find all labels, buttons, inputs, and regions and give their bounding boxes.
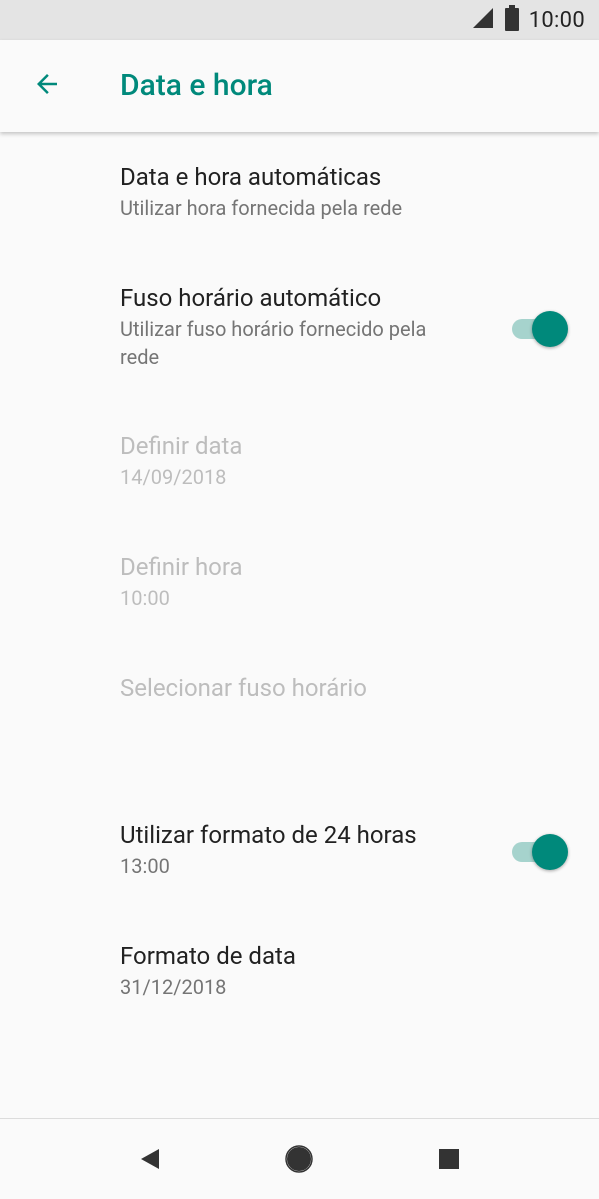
pref-title: Fuso horário automático (120, 284, 382, 312)
navigation-bar (0, 1118, 599, 1199)
use-24h-switch[interactable] (512, 833, 568, 870)
pref-title: Selecionar fuso horário (120, 674, 367, 702)
status-icons: 10:00 (471, 0, 585, 40)
pref-use-24h[interactable]: Utilizar formato de 24 horas 13:00 (120, 818, 450, 880)
auto-timezone-switch[interactable] (512, 310, 568, 347)
pref-auto-timezone[interactable]: Fuso horário automático Utilizar fuso ho… (120, 281, 450, 371)
pref-set-time: Definir hora 10:00 (120, 550, 450, 612)
pref-title: Definir hora (120, 553, 243, 581)
arrow-back-icon (32, 69, 62, 103)
nav-back-button[interactable] (130, 1141, 170, 1181)
pref-summary: 10:00 (120, 586, 170, 610)
switch-thumb (532, 834, 568, 870)
pref-title: Definir data (120, 432, 243, 460)
pref-summary: Utilizar hora fornecida pela rede (120, 196, 403, 220)
nav-recents-icon (439, 1149, 459, 1173)
pref-set-date: Definir data 14/09/2018 (120, 429, 450, 491)
pref-title: Data e hora automáticas (120, 163, 382, 191)
switch-thumb (532, 311, 568, 347)
pref-summary: 31/12/2018 (120, 975, 227, 999)
pref-auto-datetime[interactable]: Data e hora automáticas Utilizar hora fo… (120, 160, 540, 222)
pref-summary: 14/09/2018 (120, 465, 227, 489)
pref-summary: Utilizar fuso horário fornecido pela red… (120, 317, 427, 369)
status-bar: 10:00 (0, 0, 599, 40)
back-button[interactable] (18, 62, 76, 110)
app-bar: Data e hora (0, 40, 599, 132)
pref-summary: 13:00 (120, 854, 170, 878)
nav-recents-button[interactable] (429, 1141, 469, 1181)
signal-icon (471, 6, 495, 34)
nav-back-icon (139, 1147, 161, 1175)
nav-home-icon (285, 1145, 313, 1177)
pref-date-format[interactable]: Formato de data 31/12/2018 (120, 939, 450, 1001)
battery-icon (504, 5, 519, 35)
status-time: 10:00 (528, 7, 585, 33)
pref-title: Formato de data (120, 942, 296, 970)
nav-home-button[interactable] (279, 1141, 319, 1181)
page-title: Data e hora (120, 68, 273, 103)
pref-select-timezone: Selecionar fuso horário (120, 671, 367, 705)
pref-title: Utilizar formato de 24 horas (120, 821, 417, 849)
